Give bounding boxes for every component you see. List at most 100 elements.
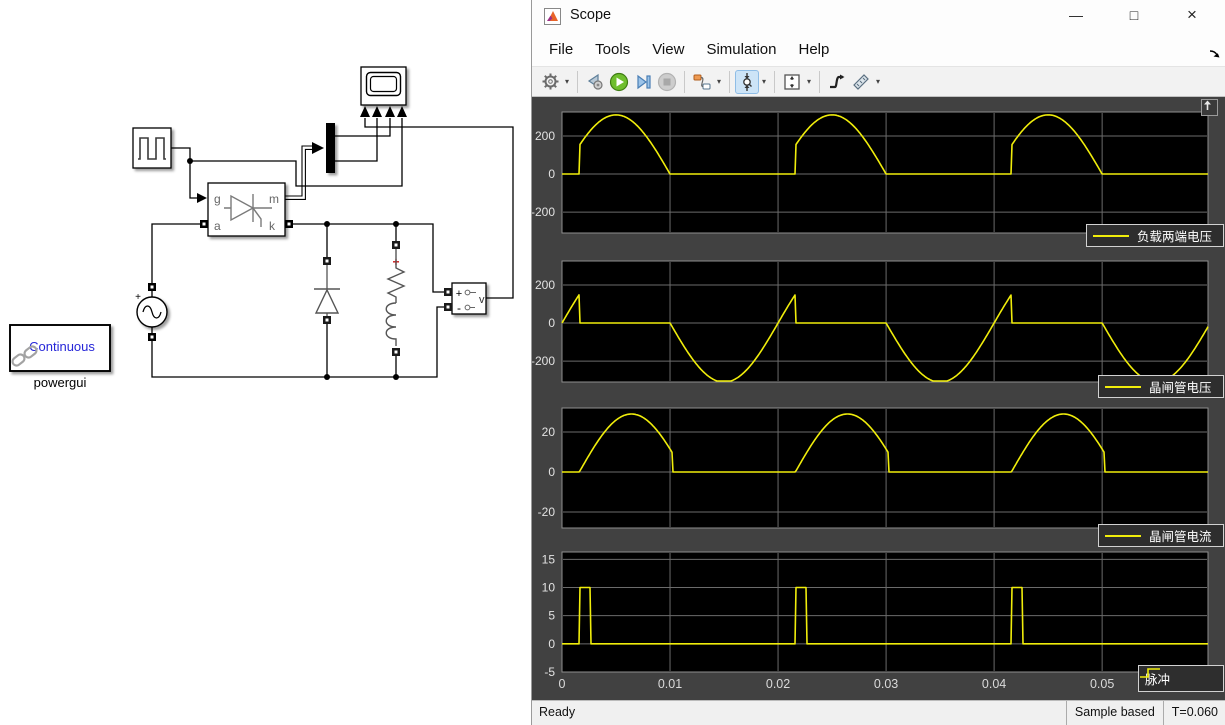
scope-titlebar[interactable]: Scope — □ × <box>532 0 1225 33</box>
x-tick-label: 0 <box>559 677 566 691</box>
scope-statusbar: Ready Sample based T=0.060 <box>532 700 1225 725</box>
thyristor-port-g-label: g <box>214 192 221 206</box>
y-tick-label: 20 <box>542 425 556 439</box>
simulation-step-back-icon[interactable] <box>583 70 607 94</box>
demux-block[interactable] <box>326 123 335 173</box>
y-tick-label: 0 <box>548 167 555 181</box>
toolbar-separator <box>684 70 685 93</box>
thyristor-block[interactable]: g a m k <box>200 182 293 237</box>
legend-label: 晶闸管电流 <box>1149 530 1212 544</box>
scope-toolbar: ▾ ▾ ▾ ▾ ▾ <box>532 66 1225 97</box>
x-tick-label: 0.03 <box>874 677 898 691</box>
wire-anode[interactable] <box>151 223 201 283</box>
step-forward-icon[interactable] <box>631 70 655 94</box>
menu-file[interactable]: File <box>541 37 581 62</box>
x-tick-label: 0.04 <box>982 677 1006 691</box>
span-x-axis-icon[interactable] <box>780 70 804 94</box>
scope-plot-panel[interactable]: 200 0 -200 200 0 -200 20 0 -20 15 10 5 0 -5 0 0.01 0.02 0… <box>532 97 1225 700</box>
signal-selector-icon[interactable] <box>690 70 714 94</box>
scope-input-ports <box>360 106 407 117</box>
voltmeter-port-squares <box>444 288 452 311</box>
scope-menubar: File Tools View Simulation Help <box>532 33 1225 66</box>
thyristor-port-a-label: a <box>214 219 221 233</box>
line-marker-icon <box>1105 534 1141 537</box>
powergui-block[interactable]: Continuous powergui <box>9 324 111 390</box>
series-rl-branch-block[interactable]: + <box>385 241 406 356</box>
scope-axes-4[interactable] <box>561 551 1209 673</box>
wire-cathode-rail[interactable] <box>292 223 444 293</box>
demux-in-arrowhead <box>312 142 324 154</box>
toolbar-separator <box>774 70 775 93</box>
menu-help[interactable]: Help <box>791 37 838 62</box>
scope-axes-3[interactable] <box>561 407 1209 529</box>
ac-voltage-source-block[interactable]: + <box>135 283 168 341</box>
legend-4[interactable]: 脉冲 <box>1138 665 1224 692</box>
trigger-icon[interactable] <box>825 70 849 94</box>
wire-pulse-to-scope4[interactable] <box>190 118 403 187</box>
y-tick-label: 200 <box>535 129 555 143</box>
y-tick-label: 0 <box>548 465 555 479</box>
minimize-button[interactable]: — <box>1059 2 1093 28</box>
window-title: Scope <box>570 7 612 23</box>
measurements-caret-icon[interactable]: ▾ <box>873 77 883 86</box>
thyristor-port-k-label: k <box>269 219 276 233</box>
menu-view[interactable]: View <box>644 37 692 62</box>
powergui-name-label: powergui <box>34 375 87 390</box>
wire-demux-out2[interactable] <box>335 118 378 162</box>
measurements-icon[interactable] <box>849 70 873 94</box>
line-marker-icon <box>1105 385 1141 388</box>
x-tick-label: 0.05 <box>1090 677 1114 691</box>
wire-voltmeter-to-scope1[interactable] <box>364 118 514 299</box>
y-tick-label: 15 <box>542 552 556 566</box>
settings-gear-icon[interactable] <box>538 70 562 94</box>
menu-tools[interactable]: Tools <box>587 37 638 62</box>
legend-1[interactable]: 负载两端电压 <box>1086 224 1224 247</box>
y-tick-label: 0 <box>548 316 555 330</box>
zoom-caret-icon[interactable]: ▾ <box>759 77 769 86</box>
toolbar-separator <box>819 70 820 93</box>
y-tick-label: 200 <box>535 278 555 292</box>
legend-label: 负载两端电压 <box>1137 230 1213 244</box>
line-marker-icon <box>1093 234 1129 237</box>
matlab-logo-icon <box>544 8 561 25</box>
maximize-axes-icon[interactable] <box>1201 99 1218 116</box>
scope-screen-inner-icon <box>369 75 398 93</box>
y-tick-label: 10 <box>542 580 556 594</box>
simulink-canvas[interactable]: g a m k + + + - v Continuous powergui <box>0 0 531 725</box>
menu-simulation[interactable]: Simulation <box>698 37 784 62</box>
inductor-icon <box>385 302 397 346</box>
run-icon[interactable] <box>607 70 631 94</box>
menu-overflow-icon[interactable] <box>1209 46 1221 63</box>
y-tick-label: -200 <box>532 205 555 219</box>
scope-axes-2[interactable] <box>561 260 1209 383</box>
status-ready-label: Ready <box>539 705 576 719</box>
measurement-bundle-wire[interactable] <box>285 145 313 200</box>
pulse-generator-block[interactable] <box>132 127 172 169</box>
voltmeter-minus-label: - <box>457 301 461 315</box>
settings-caret-icon[interactable]: ▾ <box>562 77 572 86</box>
gate-arrowhead <box>197 193 207 203</box>
toolbar-separator <box>577 70 578 93</box>
voltage-measurement-block[interactable]: + - v <box>444 282 487 315</box>
signal-selector-caret-icon[interactable]: ▾ <box>714 77 724 86</box>
legend-2[interactable]: 晶闸管电压 <box>1098 375 1224 398</box>
ac-source-plus-label: + <box>135 292 141 303</box>
wire-bottom-rail[interactable] <box>151 306 444 378</box>
resistor-icon <box>386 249 406 303</box>
wire-pulse-to-gate[interactable] <box>171 147 197 199</box>
status-sample-mode: Sample based <box>1065 701 1163 725</box>
y-tick-label: -200 <box>532 354 555 368</box>
maximize-button[interactable]: □ <box>1117 2 1151 28</box>
close-button[interactable]: × <box>1175 2 1209 28</box>
scope-axes-svg[interactable]: 2000-2002000-200200-20151050-50 0.01 0.02 0… <box>532 97 1225 700</box>
y-tick-label: 0 <box>548 637 555 651</box>
span-caret-icon[interactable]: ▾ <box>804 77 814 86</box>
zoom-tool-icon[interactable] <box>735 69 759 94</box>
legend-3[interactable]: 晶闸管电流 <box>1098 524 1224 547</box>
x-tick-label: 0.02 <box>766 677 790 691</box>
scope-window: Scope — □ × File Tools View Simulation H… <box>531 0 1225 725</box>
voltmeter-v-label: v <box>479 294 485 306</box>
scope-block[interactable] <box>360 66 407 117</box>
legend-label: 晶闸管电压 <box>1149 381 1212 395</box>
diode-block[interactable] <box>314 257 340 324</box>
